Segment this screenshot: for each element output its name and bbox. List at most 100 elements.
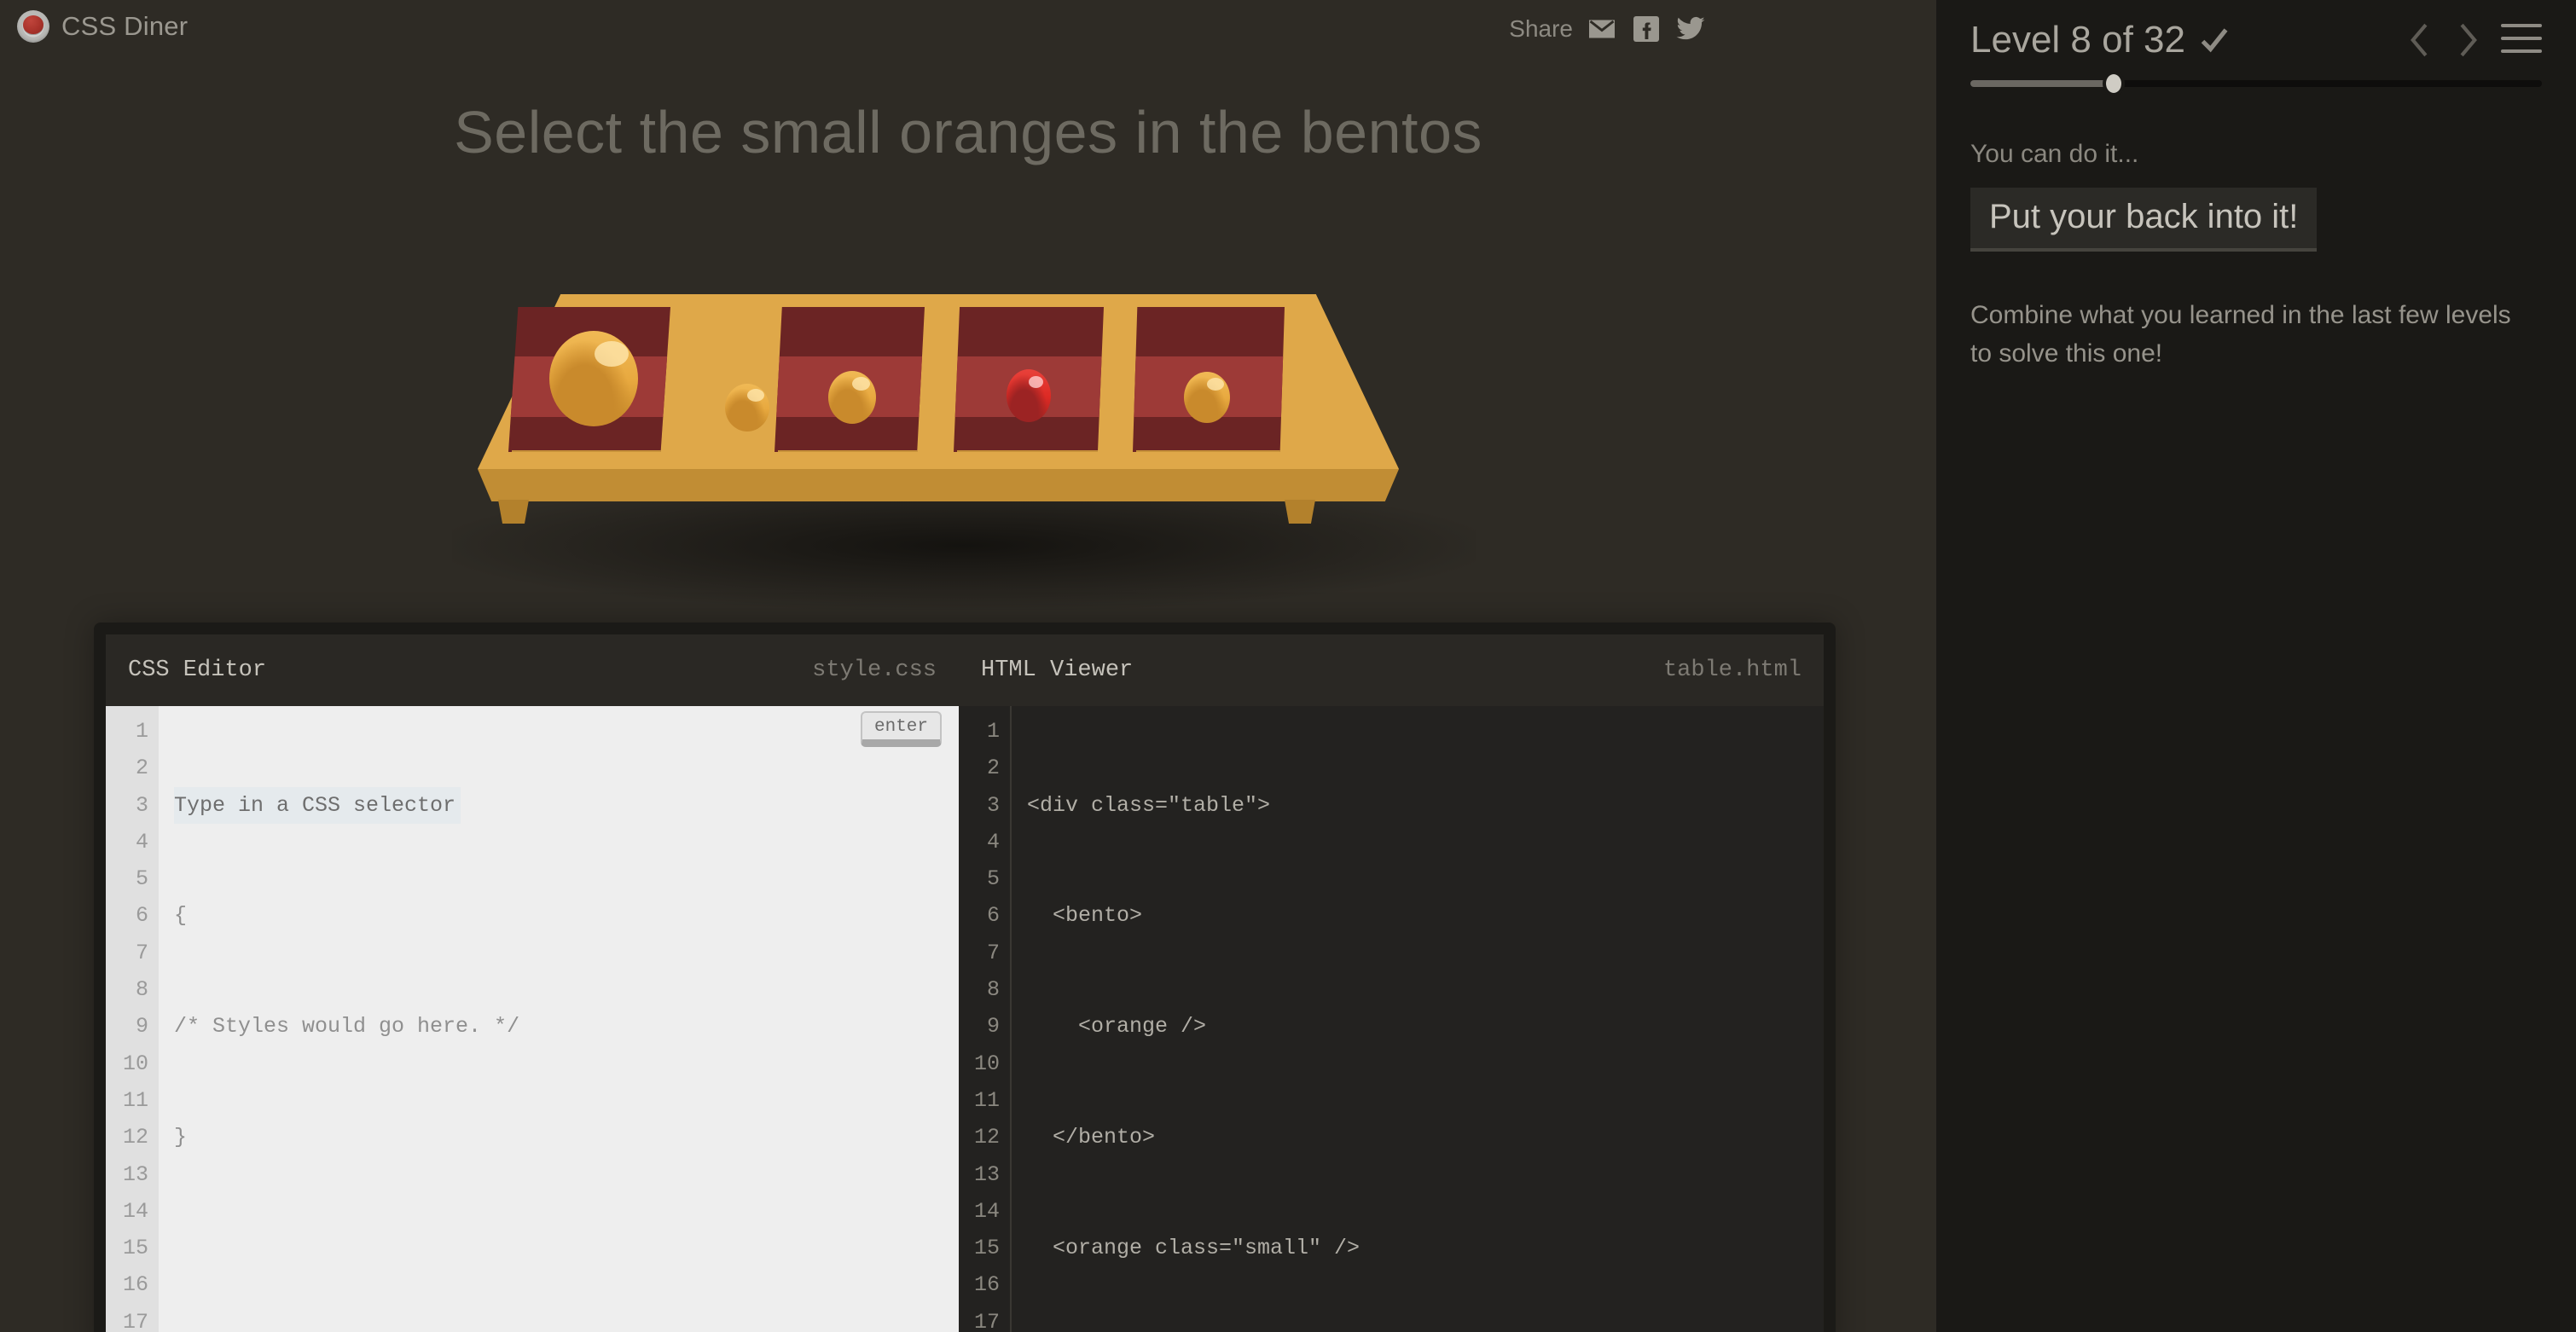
table-scene	[418, 256, 1527, 614]
css-selector-input[interactable]: Type in a CSS selector	[174, 786, 461, 824]
line-number: 1	[135, 719, 148, 744]
share-label: Share	[1509, 15, 1573, 42]
chevron-right-icon[interactable]	[2453, 21, 2482, 59]
line-number: 5	[135, 866, 148, 892]
orange-small-in-bento-4[interactable]	[1184, 372, 1230, 423]
brand-name: CSS Diner	[61, 11, 189, 41]
line-number: 4	[135, 829, 148, 854]
line-number: 10	[122, 1051, 148, 1076]
encouragement-text: You can do it...	[1970, 140, 2139, 168]
line-number: 10	[973, 1051, 1000, 1076]
orange-large-in-bento-1[interactable]	[549, 331, 638, 426]
line-number: 16	[973, 1272, 1000, 1298]
line-number: 9	[135, 1014, 148, 1040]
line-number: 12	[122, 1125, 148, 1150]
css-selector-input-row[interactable]: Type in a CSS selector	[174, 786, 959, 824]
level-header: Level 8 of 32	[1970, 0, 2542, 61]
level-title: Level 8 of 32	[1970, 19, 2185, 61]
css-editor-title: CSS Editor	[128, 657, 267, 683]
line-number: 17	[973, 1309, 1000, 1332]
line-number: 15	[122, 1236, 148, 1261]
hint-box: Put your back into it!	[1970, 188, 2318, 252]
table-front-edge	[478, 469, 1399, 501]
line-number: 14	[973, 1198, 1000, 1224]
email-icon	[1589, 20, 1615, 38]
table-leg-right	[1285, 500, 1315, 524]
progress-fill	[1970, 80, 2114, 87]
line-number: 12	[973, 1125, 1000, 1150]
css-line-numbers: 1 2 3 4 5 6 7 8 9 10 11 12 13 14 15 16 1…	[106, 706, 159, 1332]
css-editor-filename: style.css	[812, 657, 937, 683]
line-number: 15	[973, 1236, 1000, 1261]
line-number: 5	[986, 866, 1000, 892]
main-content: CSS Diner Share Select the small oranges…	[0, 0, 1936, 1332]
line-number: 14	[122, 1198, 148, 1224]
html-code-line[interactable]: </bento>	[1027, 1119, 1824, 1155]
page-title: Select the small oranges in the bentos	[454, 99, 1482, 165]
html-code-line[interactable]: <orange class="small" />	[1027, 1230, 1824, 1266]
share-twitter-link[interactable]	[1675, 14, 1706, 44]
html-code-line[interactable]: <bento>	[1027, 897, 1824, 934]
line-number: 8	[986, 977, 1000, 1003]
html-viewer-header: HTML Viewer table.html	[959, 634, 1824, 706]
progress-knob[interactable]	[2105, 74, 2121, 93]
twitter-icon	[1676, 16, 1705, 40]
line-number: 9	[986, 1014, 1000, 1040]
table-leg-left	[498, 500, 529, 524]
css-editor-header: CSS Editor style.css	[106, 634, 959, 706]
top-bar: CSS Diner Share	[0, 0, 1936, 70]
editor-panel: CSS Editor style.css 1 2 3 4 5 6 7 8 9 1…	[94, 623, 1836, 1332]
enter-button[interactable]: enter	[860, 711, 942, 747]
code-line: {	[174, 903, 188, 929]
css-diner-app: CSS Diner Share Select the small oranges…	[0, 0, 2576, 1332]
line-number: 17	[122, 1309, 148, 1332]
line-number: 2	[986, 756, 1000, 781]
line-number: 1	[986, 719, 1000, 744]
line-number: 11	[973, 1087, 1000, 1113]
share-facebook-link[interactable]	[1631, 14, 1662, 44]
editor-panes: CSS Editor style.css 1 2 3 4 5 6 7 8 9 1…	[106, 634, 1824, 1332]
share-group: Share	[1509, 14, 1706, 44]
css-code-area[interactable]: 1 2 3 4 5 6 7 8 9 10 11 12 13 14 15 16 1…	[106, 706, 959, 1332]
line-number: 3	[986, 792, 1000, 818]
line-number: 3	[135, 792, 148, 818]
css-code-lines[interactable]: Type in a CSS selector { /* Styles would…	[159, 706, 959, 1332]
line-number: 4	[986, 829, 1000, 854]
html-code-lines: <div class="table"> <bento> <orange /> <…	[1012, 706, 1824, 1332]
level-description: Combine what you learned in the last few…	[1970, 301, 2511, 368]
apple-plate-icon	[17, 10, 49, 43]
line-number: 7	[135, 940, 148, 965]
html-code-line[interactable]: <div class="table">	[1027, 787, 1824, 824]
brand-logo[interactable]: CSS Diner	[17, 10, 188, 43]
code-line: /* Styles would go here. */	[174, 1014, 520, 1040]
html-viewer-pane: HTML Viewer table.html 1 2 3 4 5 6 7 8 9…	[959, 634, 1824, 1332]
line-number: 13	[973, 1161, 1000, 1187]
line-number: 2	[135, 756, 148, 781]
share-email-link[interactable]	[1587, 14, 1617, 44]
line-number: 6	[986, 903, 1000, 929]
sidebar: Level 8 of 32 You can do it... Put your …	[1936, 0, 2576, 1332]
line-number: 6	[135, 903, 148, 929]
orange-small-in-bento-2[interactable]	[828, 371, 876, 424]
checkmark-icon	[2201, 28, 2228, 53]
html-viewer-title: HTML Viewer	[981, 657, 1134, 683]
html-viewer-filename: table.html	[1662, 657, 1801, 683]
line-number: 11	[122, 1087, 148, 1113]
html-code-area[interactable]: 1 2 3 4 5 6 7 8 9 10 11 12 13 14 15 16 1…	[959, 706, 1824, 1332]
line-number: 7	[986, 940, 1000, 965]
line-number: 8	[135, 977, 148, 1003]
css-editor-pane: CSS Editor style.css 1 2 3 4 5 6 7 8 9 1…	[106, 634, 959, 1332]
orange-small-on-table[interactable]	[725, 384, 769, 431]
line-number: 16	[122, 1272, 148, 1298]
level-nav	[2405, 21, 2542, 59]
html-line-numbers: 1 2 3 4 5 6 7 8 9 10 11 12 13 14 15 16 1…	[959, 706, 1012, 1332]
hamburger-menu-icon[interactable]	[2501, 24, 2542, 56]
line-number: 13	[122, 1161, 148, 1187]
facebook-icon	[1633, 16, 1659, 42]
chevron-left-icon[interactable]	[2405, 21, 2434, 59]
level-progress-bar[interactable]	[1970, 74, 2542, 93]
code-line: }	[174, 1125, 188, 1150]
apple-small-in-bento-3[interactable]	[1007, 369, 1051, 422]
html-code-line[interactable]: <orange />	[1027, 1008, 1824, 1045]
